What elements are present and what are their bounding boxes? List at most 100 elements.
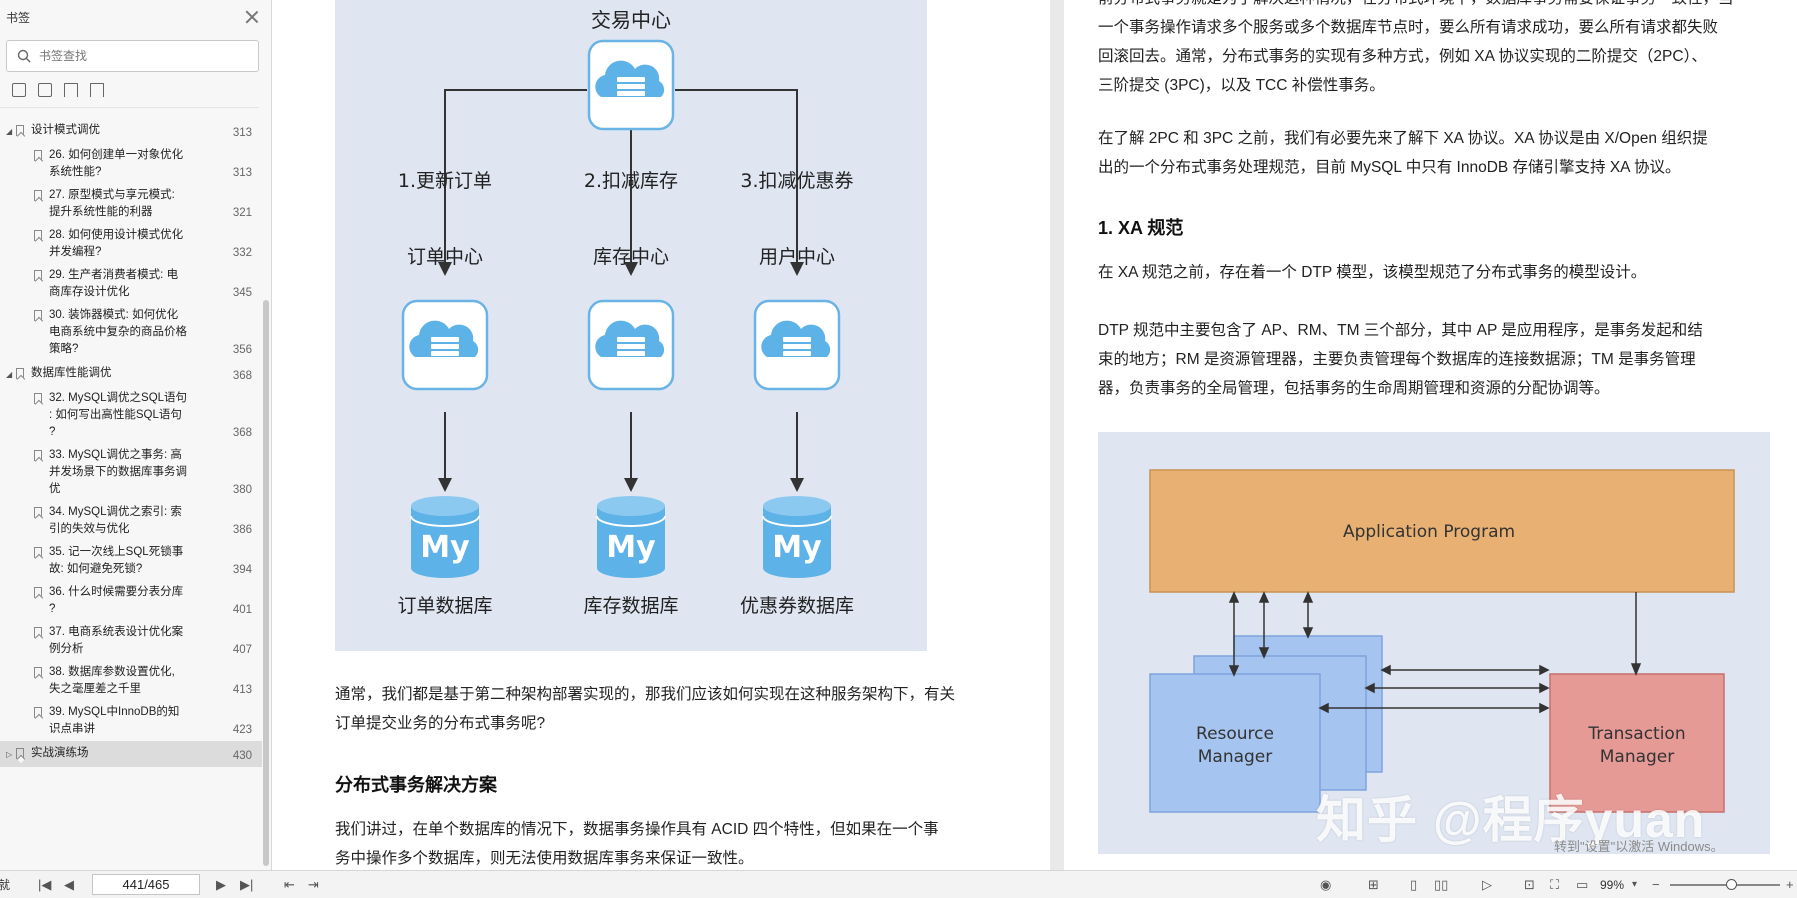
last-page-icon[interactable]: ▶|	[240, 871, 253, 898]
bookmark-label: 36. 什么时候需要分表分库 ?	[49, 586, 184, 615]
db-label-stock: 库存数据库	[583, 595, 678, 617]
bookmark-icon	[34, 507, 42, 518]
status-bar: 就 |◀ ◀ 441/465 ▶ ▶| ⇤ ⇥ ◉ ⊞ ▯ ▯▯ ▷ ⊡ ⛶ ▭…	[0, 870, 1797, 898]
bookmark-search-input[interactable]	[39, 49, 239, 63]
fit-page-icon[interactable]: ⛶	[1550, 871, 1559, 898]
bookmark-icon	[34, 393, 42, 404]
bookmark-item[interactable]: 35. 记一次线上SQL死锁事 故: 如何避免死锁? 394	[0, 541, 262, 581]
center-label-user: 用户中心	[759, 246, 835, 268]
page-left: My My My 交易中心 1.更新订单 2.扣减库存 3.扣减优惠券 订单中心 库…	[272, 0, 1050, 870]
bookmark-icon	[34, 667, 42, 678]
zoom-value[interactable]: 99%	[1600, 871, 1624, 898]
center-label-order: 订单中心	[407, 246, 483, 268]
double-page-icon[interactable]: ▯▯	[1434, 871, 1448, 898]
page-number-input[interactable]: 441/465	[92, 874, 200, 895]
bookmark-label: 数据库性能调优	[31, 367, 112, 379]
fit-width-icon[interactable]: ⊞	[1368, 871, 1379, 898]
p1-line-3: 三阶提交 (3PC)，以及 TCC 补偿性事务。	[1098, 77, 1385, 94]
bookmark-item[interactable]: 27. 原型模式与享元模式: 提升系统性能的利器 321	[0, 184, 262, 224]
bookmark-section[interactable]: ◢ 数据库性能调优 368	[0, 361, 262, 387]
bookmark-item[interactable]: 37. 电商系统表设计优化案 例分析 407	[0, 621, 262, 661]
bookmark-section[interactable]: ▷ 实战演练场 430	[0, 741, 262, 767]
bookmark-item[interactable]: 26. 如何创建单一对象优化 系统性能? 313	[0, 144, 262, 184]
bookmark-icon	[34, 587, 42, 598]
bookmark-page-number: 368	[232, 427, 252, 439]
bookmark-section[interactable]: ◢ 设计模式调优 313	[0, 118, 262, 144]
add-bookmark-icon[interactable]	[64, 82, 78, 97]
paragraph-1: 通常，我们都是基于第二种架构部署实现的，那我们应该如何实现在这种服务架构下，有关…	[335, 680, 955, 738]
actual-size-icon[interactable]: ⊡	[1524, 871, 1535, 898]
bookmark-item[interactable]: 38. 数据库参数设置优化, 失之毫厘差之千里 413	[0, 661, 262, 701]
prev-page-icon[interactable]: ◀	[64, 871, 74, 898]
mysql-logo-text: My	[606, 530, 656, 565]
bookmark-item[interactable]: 28. 如何使用设计模式优化 并发编程? 332	[0, 224, 262, 264]
p1-line-0: 前分布式事务就是为了解决这种情况，在分布式环境下，数据库事务需要保证事务一致性，…	[1098, 0, 1797, 13]
paragraph-2-line-2: 务中操作多个数据库，则无法使用数据库事务来保证一致性。	[335, 850, 754, 867]
zoom-slider[interactable]	[1670, 879, 1780, 890]
sidebar-header: 书签	[0, 0, 271, 34]
first-page-icon[interactable]: |◀	[38, 871, 51, 898]
bookmark-icon	[16, 368, 24, 379]
bookmark-item[interactable]: 30. 装饰器模式: 如何优化 电商系统中复杂的商品价格 策略? 356	[0, 304, 262, 361]
caret-right-icon[interactable]: ▷	[6, 746, 16, 763]
bookmark-icon	[34, 547, 42, 558]
collapse-all-icon[interactable]	[38, 82, 52, 97]
next-page-icon[interactable]: ▶	[216, 871, 226, 898]
bookmark-page-number: 430	[232, 750, 252, 762]
bookmark-item[interactable]: 32. MySQL调优之SQL语句 : 如何写出高性能SQL语句 ? 368	[0, 387, 262, 444]
zoom-slider-knob[interactable]	[1725, 879, 1737, 890]
bookmark-label: 30. 装饰器模式: 如何优化 电商系统中复杂的商品价格 策略?	[49, 309, 187, 355]
bookmark-page-number: 380	[232, 484, 252, 496]
bookmark-page-number: 313	[232, 127, 252, 139]
transaction-manager-label-1: Transaction	[1587, 724, 1685, 744]
edge-label-3: 3.扣减优惠券	[740, 170, 853, 192]
play-icon[interactable]: ▷	[1482, 871, 1492, 898]
mysql-logo-text: My	[420, 530, 470, 565]
bookmark-icon	[34, 270, 42, 281]
db-label-coupon: 优惠券数据库	[740, 595, 854, 617]
p1-line-2: 回滚回去。通常，分布式事务的实现有多种方式，例如 XA 协议实现的二阶提交（2P…	[1098, 48, 1707, 65]
bookmark-page-number: 321	[232, 207, 252, 219]
mysql-database-icon: My	[762, 496, 832, 578]
close-icon[interactable]	[243, 8, 261, 26]
paragraph-1-line-1: 通常，我们都是基于第二种架构部署实现的，那我们应该如何实现在这种服务架构下，有关	[335, 686, 956, 703]
zoom-dropdown-icon[interactable]: ▾	[1632, 871, 1637, 898]
application-program-label: Application Program	[1343, 522, 1515, 542]
bookmark-label: 26. 如何创建单一对象优化 系统性能?	[49, 149, 184, 178]
service-node	[401, 299, 489, 391]
paragraph-dtp: 在 XA 规范之前，存在着一个 DTP 模型，该模型规范了分布式事务的模型设计。	[1098, 264, 1647, 281]
zoom-out-icon[interactable]: −	[1652, 871, 1660, 898]
sidebar-scrollbar[interactable]	[262, 118, 270, 866]
bookmark-item[interactable]: 29. 生产者消费者模式: 电 商库存设计优化 345	[0, 264, 262, 304]
resource-manager-label-2: Manager	[1198, 747, 1273, 767]
bookmark-item[interactable]: 36. 什么时候需要分表分库 ? 401	[0, 581, 262, 621]
caret-down-icon[interactable]: ◢	[6, 366, 16, 383]
bookmark-icon	[16, 125, 24, 136]
zoom-in-icon[interactable]: +	[1786, 871, 1794, 898]
bookmark-icon	[34, 190, 42, 201]
service-node	[587, 299, 675, 391]
bookmark-page-number: 401	[232, 604, 252, 616]
expand-all-icon[interactable]	[12, 82, 26, 97]
service-node	[753, 299, 841, 391]
bookmark-label: 29. 生产者消费者模式: 电 商库存设计优化	[49, 269, 179, 298]
sidebar-toolbar	[0, 72, 259, 108]
bookmark-search-box[interactable]	[6, 40, 259, 72]
bookmark-item[interactable]: 34. MySQL调优之索引: 索 引的失效与优化 386	[0, 501, 262, 541]
bookmark-label: 32. MySQL调优之SQL语句 : 如何写出高性能SQL语句 ?	[49, 392, 188, 438]
bookmark-view-icon[interactable]: ▭	[1576, 871, 1588, 898]
single-page-icon[interactable]: ▯	[1410, 871, 1417, 898]
eye-icon[interactable]: ◉	[1320, 871, 1331, 898]
remove-bookmark-icon[interactable]	[90, 82, 104, 97]
bookmark-item[interactable]: 33. MySQL调优之事务: 高 并发场景下的数据库事务调 优 380	[0, 444, 262, 501]
paragraph-xa-intro: 前分布式事务就是为了解决这种情况，在分布式环境下，数据库事务需要保证事务一致性，…	[1098, 0, 1797, 100]
bookmark-page-number: 386	[232, 524, 252, 536]
document-view[interactable]: My My My 交易中心 1.更新订单 2.扣减库存 3.扣减优惠券 订单中心 库…	[272, 0, 1797, 870]
caret-down-icon[interactable]: ◢	[6, 123, 16, 140]
bookmark-item[interactable]: 39. MySQL中InnoDB的知 识点串讲 423	[0, 701, 262, 741]
scrollbar-thumb[interactable]	[263, 300, 269, 866]
bookmark-page-number: 407	[232, 644, 252, 656]
forward-icon[interactable]: ⇥	[308, 871, 319, 898]
back-icon[interactable]: ⇤	[284, 871, 295, 898]
resource-manager-label-1: Resource	[1196, 724, 1274, 744]
